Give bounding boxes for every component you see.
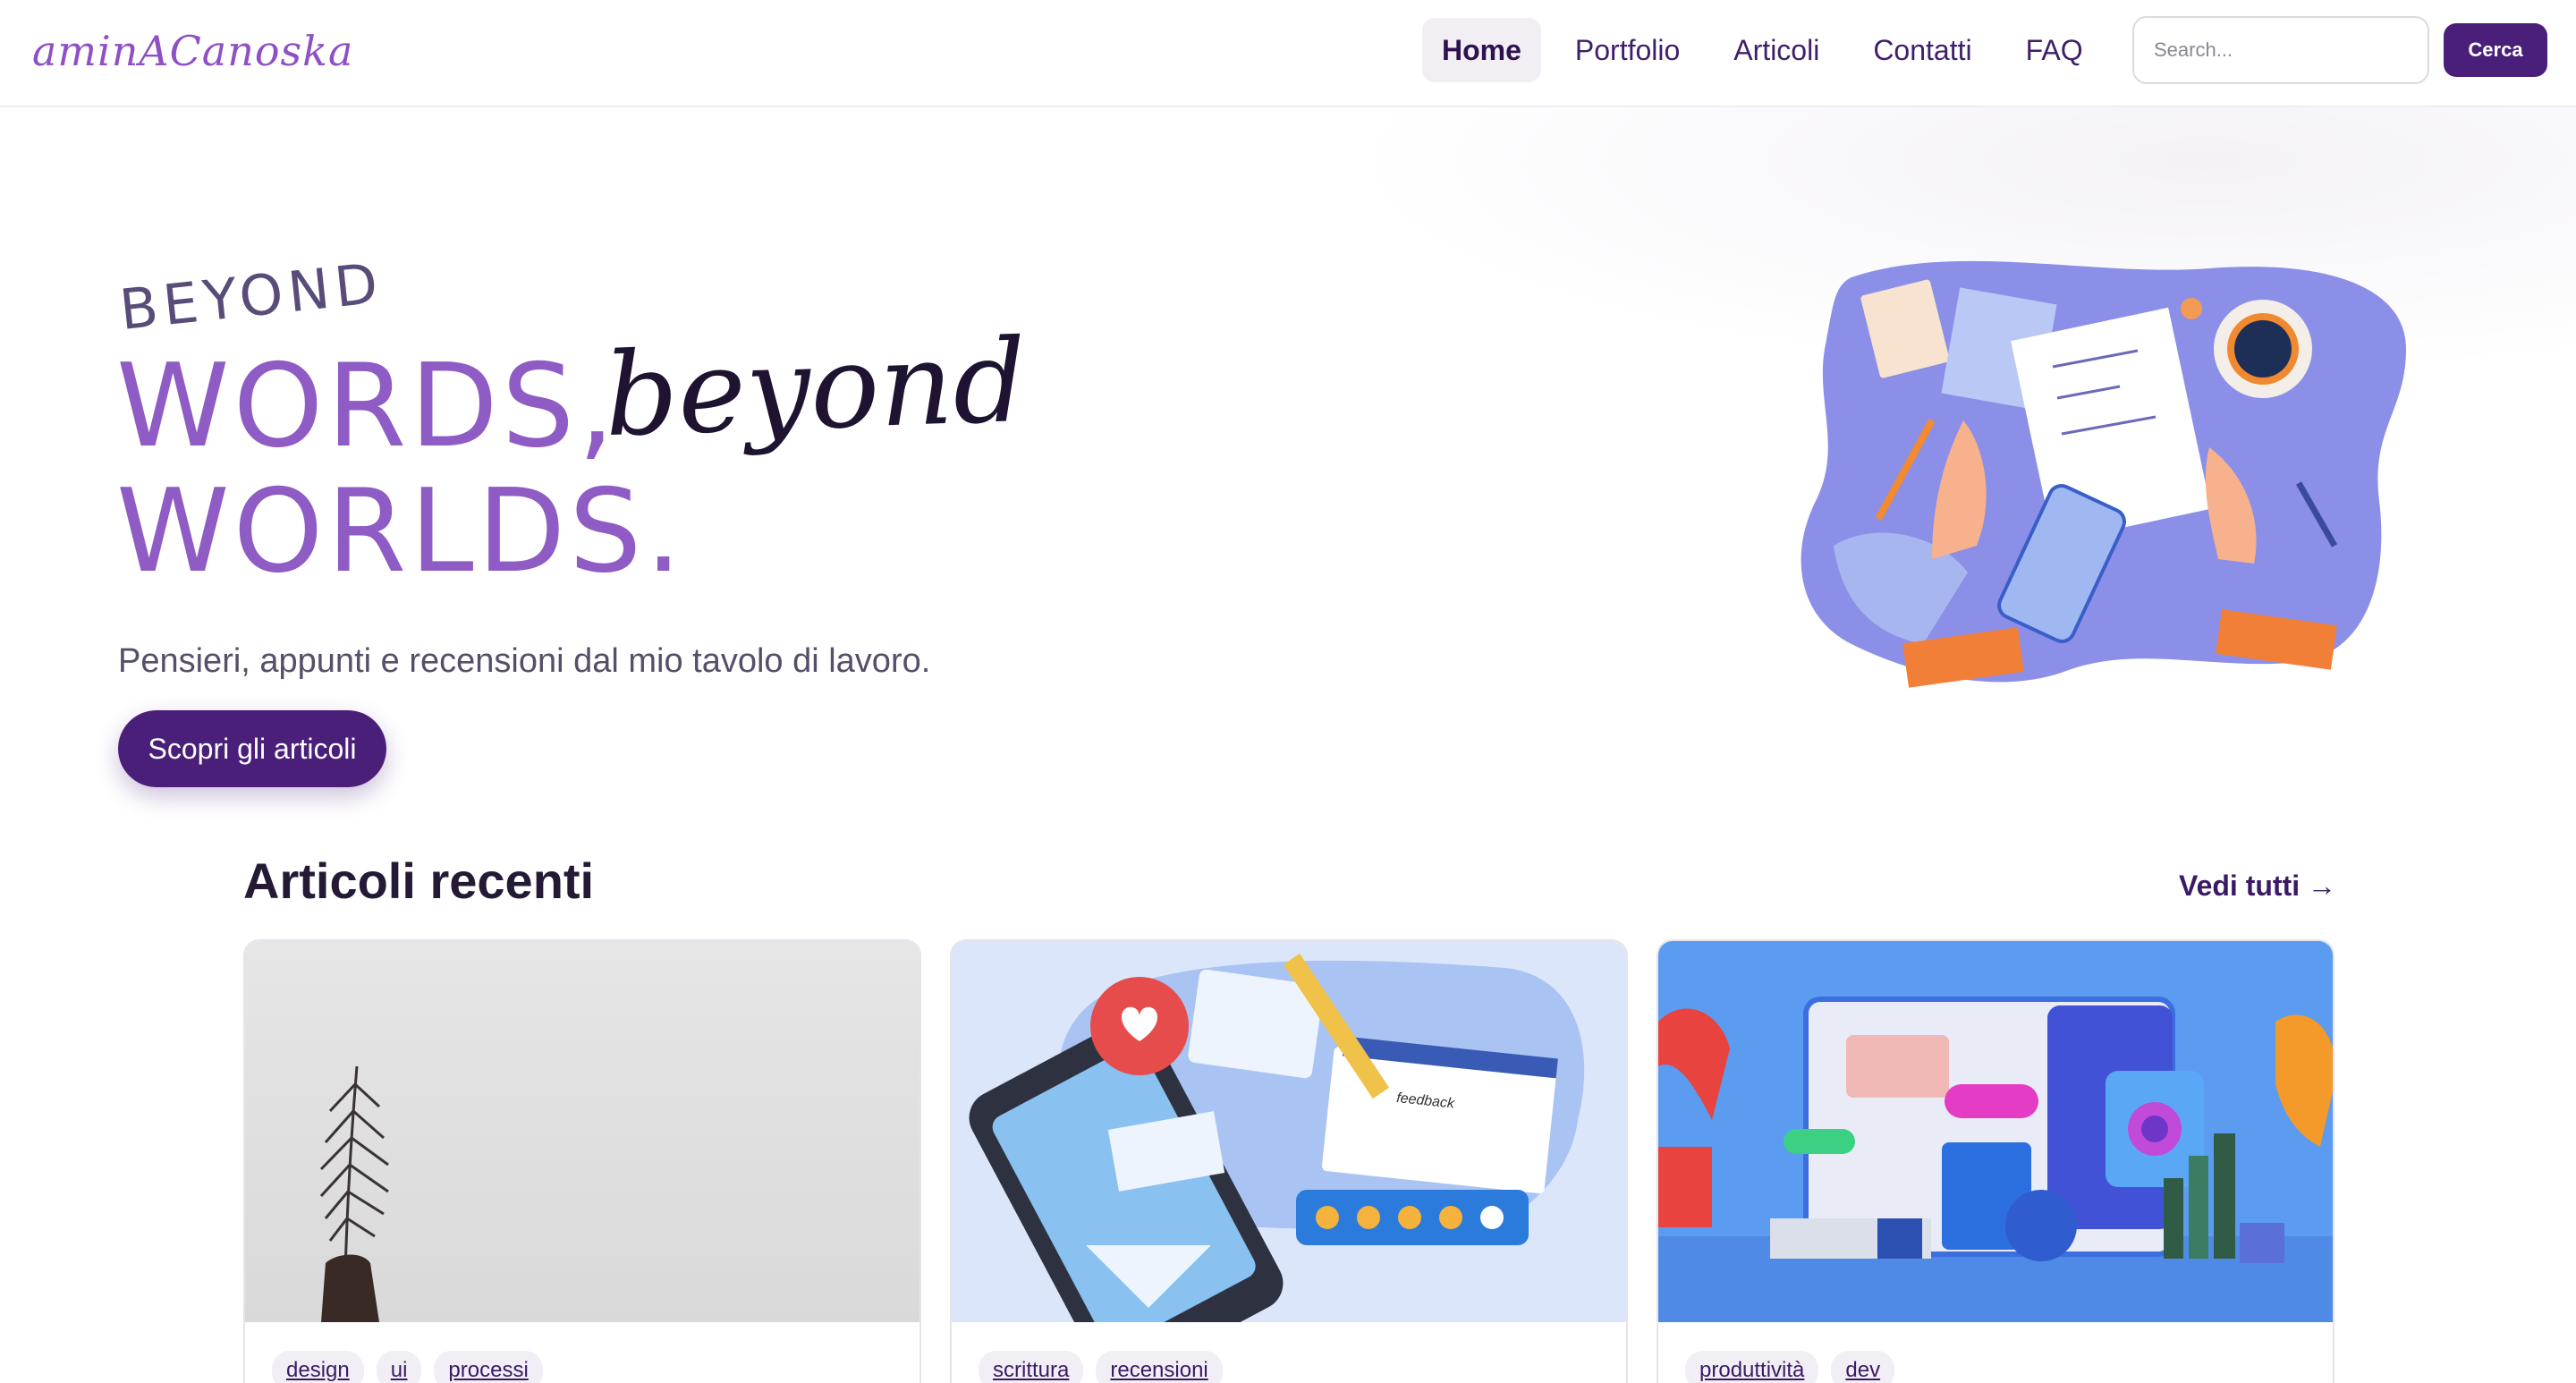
nav-link-portfolio[interactable]: Portfolio — [1555, 18, 1699, 82]
article-card[interactable]: feedback scrittura recensioni — [950, 939, 1628, 1383]
tag-scrittura[interactable]: scrittura — [979, 1351, 1084, 1383]
tag-recensioni[interactable]: recensioni — [1096, 1351, 1223, 1383]
tag-processi[interactable]: processi — [434, 1351, 543, 1383]
nav-link-articoli[interactable]: Articoli — [1714, 18, 1839, 82]
article-thumbnail-feedback: feedback — [952, 941, 1626, 1322]
tag-design[interactable]: design — [272, 1351, 364, 1383]
article-thumbnail-palm-leaf — [245, 941, 919, 1322]
article-card[interactable]: produttività dev — [1657, 939, 2334, 1383]
hero-writing-desk-illustration — [1801, 260, 2406, 688]
hero-title-words: WORDS, — [116, 340, 618, 473]
tag-produttivita[interactable]: produttività — [1685, 1351, 1819, 1383]
nav-link-contatti[interactable]: Contatti — [1853, 18, 1991, 82]
nav-link-home[interactable]: Home — [1422, 18, 1541, 82]
site-logo[interactable]: aminACanoska — [32, 27, 353, 75]
article-tags: design ui processi — [272, 1351, 555, 1383]
tag-ui[interactable]: ui — [376, 1351, 422, 1383]
hero-title-beyond: BEYOND — [116, 250, 386, 343]
recent-articles-title: Articoli recenti — [243, 853, 595, 909]
discover-articles-button[interactable]: Scopri gli articoli — [118, 710, 386, 787]
top-navbar: aminACanoska Home Portfolio Articoli Con… — [0, 0, 2576, 107]
tag-dev[interactable]: dev — [1831, 1351, 1895, 1383]
main-nav: Home Portfolio Articoli Contatti FAQ — [1422, 18, 2117, 82]
article-card[interactable]: design ui processi — [243, 939, 921, 1383]
hero-subtitle: Pensieri, appunti e recensioni dal mio t… — [118, 642, 931, 680]
hero-title: BEYOND WORDS, beyond WORLDS. — [116, 250, 1029, 599]
article-thumbnail-3d-dashboard — [1658, 941, 2333, 1322]
search-button[interactable]: Cerca — [2444, 23, 2547, 77]
hero-title-worlds: WORLDS. — [116, 465, 686, 598]
hero-title-script: beyond — [602, 314, 1029, 463]
search-input[interactable] — [2132, 16, 2429, 84]
nav-link-faq[interactable]: FAQ — [2006, 18, 2103, 82]
article-tags: scrittura recensioni — [979, 1351, 1235, 1383]
see-all-link[interactable]: Vedi tutti → — [2179, 870, 2336, 903]
article-tags: produttività dev — [1685, 1351, 1907, 1383]
